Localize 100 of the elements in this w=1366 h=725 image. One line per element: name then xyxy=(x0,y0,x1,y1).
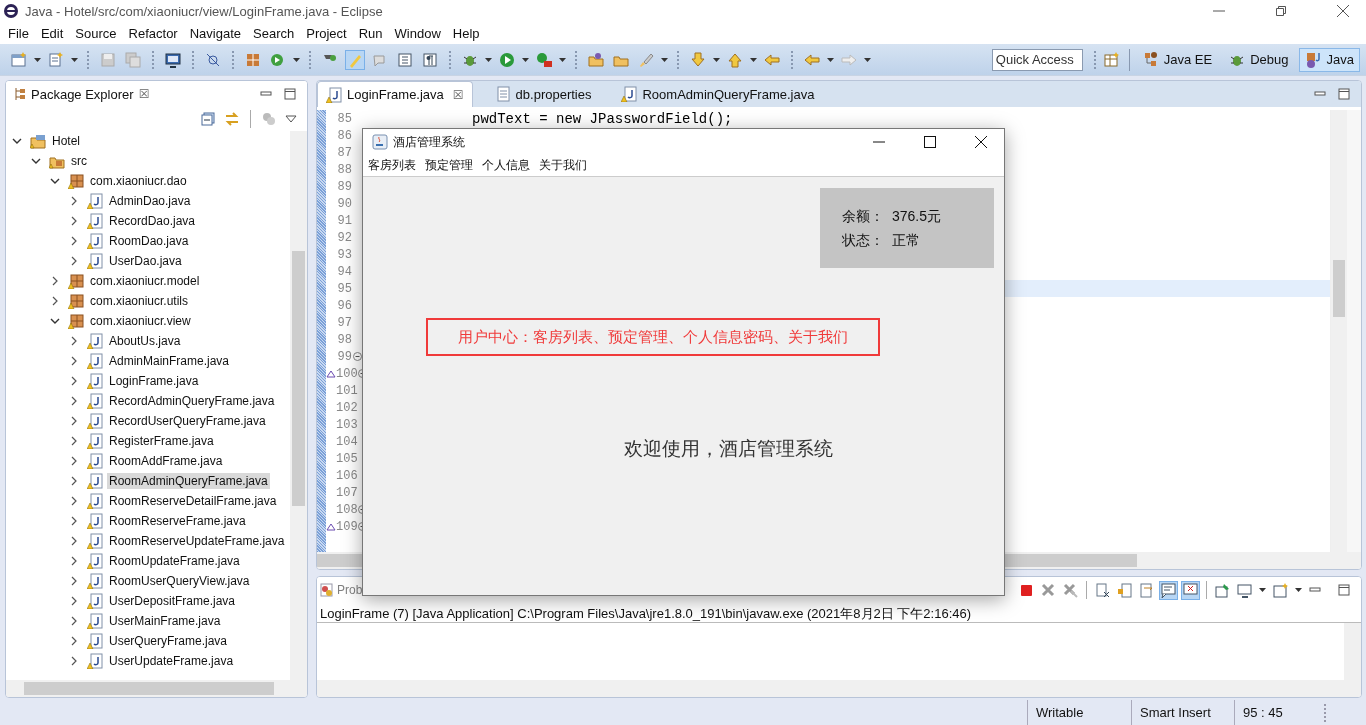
dropdown-caret-icon[interactable] xyxy=(826,55,835,64)
tree-item[interactable]: LoginFrame.java xyxy=(6,371,290,391)
show-stdout-icon[interactable] xyxy=(1160,581,1177,599)
display-console-icon[interactable] xyxy=(1236,581,1253,599)
menu-item[interactable]: File xyxy=(2,25,35,41)
editor-tab[interactable]: LoginFrame.java ☒ xyxy=(317,81,473,107)
tree-item[interactable]: RoomAddFrame.java xyxy=(6,451,290,471)
menu-item[interactable]: Help xyxy=(446,25,486,41)
java-file-icon xyxy=(87,653,103,669)
tree-item[interactable]: RoomAdminQueryFrame.java xyxy=(6,471,290,491)
close-icon[interactable] xyxy=(1336,4,1350,18)
remove-all-icon[interactable] xyxy=(1062,581,1079,599)
menu-item[interactable]: Project xyxy=(300,25,353,41)
show-stderr-icon[interactable] xyxy=(1182,581,1199,599)
pilcrow-icon[interactable] xyxy=(421,50,439,69)
vertical-scrollbar[interactable] xyxy=(290,131,307,680)
menu-item[interactable]: Refactor xyxy=(122,25,184,41)
maximize-editor-icon[interactable] xyxy=(1337,87,1351,101)
tree-item[interactable]: com.xiaoniucr.model xyxy=(6,271,290,291)
close-tab-icon[interactable]: ☒ xyxy=(452,87,464,102)
maximize-view-icon[interactable] xyxy=(1337,583,1351,597)
dropdown-caret-icon[interactable] xyxy=(1294,586,1303,594)
clear-console-icon[interactable] xyxy=(1094,581,1111,599)
tree-item[interactable]: RecordDao.java xyxy=(6,211,290,231)
maximize-view-icon[interactable] xyxy=(283,87,297,101)
tree-item[interactable]: AdminMainFrame.java xyxy=(6,351,290,371)
pin-console-icon[interactable] xyxy=(1214,581,1231,599)
restore-icon[interactable] xyxy=(1274,4,1288,18)
tree-item[interactable]: src xyxy=(6,151,290,171)
dropdown-caret-icon[interactable] xyxy=(70,55,79,64)
dropdown-caret-icon[interactable] xyxy=(660,55,669,64)
menu-item[interactable]: 个人信息 xyxy=(482,157,530,174)
tree-item[interactable]: RegisterFrame.java xyxy=(6,431,290,451)
expanded-chevron-icon[interactable] xyxy=(50,316,60,326)
dropdown-caret-icon[interactable] xyxy=(712,55,721,64)
menu-item[interactable]: Source xyxy=(69,25,123,41)
vertical-scrollbar[interactable] xyxy=(1344,623,1361,680)
dropdown-caret-icon[interactable] xyxy=(863,55,872,64)
quick-access-field[interactable]: Quick Access xyxy=(991,48,1083,71)
package-explorer-tab[interactable]: Package Explorer ☒ xyxy=(6,81,158,107)
menu-item[interactable]: 关于我们 xyxy=(539,157,587,174)
tree-item[interactable]: UserDepositFrame.java xyxy=(6,591,290,611)
tree-item[interactable]: UserMainFrame.java xyxy=(6,611,290,631)
tree-item[interactable]: AboutUs.java xyxy=(6,331,290,351)
menu-item[interactable]: Edit xyxy=(34,25,70,41)
dropdown-caret-icon[interactable] xyxy=(558,55,567,64)
view-menu-icon[interactable] xyxy=(285,114,297,124)
tree-item[interactable]: com.xiaoniucr.view xyxy=(6,311,290,331)
maximize-icon[interactable] xyxy=(924,136,936,148)
dropdown-caret-icon[interactable] xyxy=(521,55,530,64)
tree-item[interactable]: AdminDao.java xyxy=(6,191,290,211)
menu-item[interactable]: 预定管理 xyxy=(425,157,473,174)
menu-item[interactable]: Navigate xyxy=(183,25,247,41)
perspective-button[interactable]: Java EE xyxy=(1135,47,1219,72)
block-selection-icon[interactable] xyxy=(396,50,414,69)
next-annotation-icon[interactable] xyxy=(689,50,707,69)
fold-toggle-icon[interactable] xyxy=(352,352,362,361)
tree-item[interactable]: RoomReserveFrame.java xyxy=(6,511,290,531)
menu-item[interactable]: 客房列表 xyxy=(368,157,416,174)
menu-item[interactable]: Window xyxy=(388,25,447,41)
dropdown-caret-icon[interactable] xyxy=(484,55,493,64)
tree-item[interactable]: com.xiaoniucr.dao xyxy=(6,171,290,191)
new-file-icon[interactable] xyxy=(47,50,65,69)
perspective-button[interactable]: Java xyxy=(1298,47,1360,72)
vertical-scrollbar[interactable] xyxy=(1330,110,1347,552)
new-window-icon[interactable] xyxy=(10,50,28,69)
tree-item[interactable]: UserUpdateFrame.java xyxy=(6,651,290,671)
editor-tab[interactable]: db.properties xyxy=(486,81,600,107)
close-icon[interactable] xyxy=(975,136,987,148)
monitor-icon[interactable] xyxy=(164,50,182,69)
word-wrap-icon[interactable] xyxy=(1138,581,1155,599)
tree-item[interactable]: RoomReserveUpdateFrame.java xyxy=(6,531,290,551)
tree-item[interactable]: RoomReserveDetailFrame.java xyxy=(6,491,290,511)
dropdown-caret-icon[interactable] xyxy=(292,55,301,64)
tree-item[interactable]: UserDao.java xyxy=(6,251,290,271)
collapse-all-icon[interactable] xyxy=(200,111,216,127)
horizontal-scrollbar[interactable] xyxy=(6,680,307,697)
editor-tab[interactable]: RoomAdminQueryFrame.java xyxy=(613,81,823,107)
dropdown-caret-icon[interactable] xyxy=(33,55,42,64)
tree-item[interactable]: com.xiaoniucr.utils xyxy=(6,291,290,311)
run-icon[interactable] xyxy=(498,50,516,69)
perspective-button[interactable]: Debug xyxy=(1222,47,1295,72)
problems-icon[interactable] xyxy=(319,582,335,598)
open-folder-icon[interactable] xyxy=(587,50,605,69)
tree-item[interactable]: UserQueryFrame.java xyxy=(6,631,290,651)
problems-tab[interactable]: Prob xyxy=(335,583,363,597)
close-view-icon[interactable]: ☒ xyxy=(138,87,150,101)
dropdown-caret-icon[interactable] xyxy=(1258,586,1267,594)
tree-item[interactable]: RoomDao.java xyxy=(6,231,290,251)
tree-item[interactable]: RoomUpdateFrame.java xyxy=(6,551,290,571)
open-perspective-icon[interactable] xyxy=(1102,50,1121,69)
horizontal-scrollbar[interactable] xyxy=(317,680,1361,697)
tree-item[interactable]: RecordAdminQueryFrame.java xyxy=(6,391,290,411)
tree-item[interactable]: Hotel xyxy=(6,131,290,151)
remove-launch-icon[interactable] xyxy=(1040,581,1057,599)
menu-item[interactable]: Search xyxy=(247,25,301,41)
tree-item[interactable]: RecordUserQueryFrame.java xyxy=(6,411,290,431)
dropdown-caret-icon[interactable] xyxy=(749,55,758,64)
menu-item[interactable]: Run xyxy=(352,25,389,41)
tree-item[interactable]: RoomUserQueryView.java xyxy=(6,571,290,591)
